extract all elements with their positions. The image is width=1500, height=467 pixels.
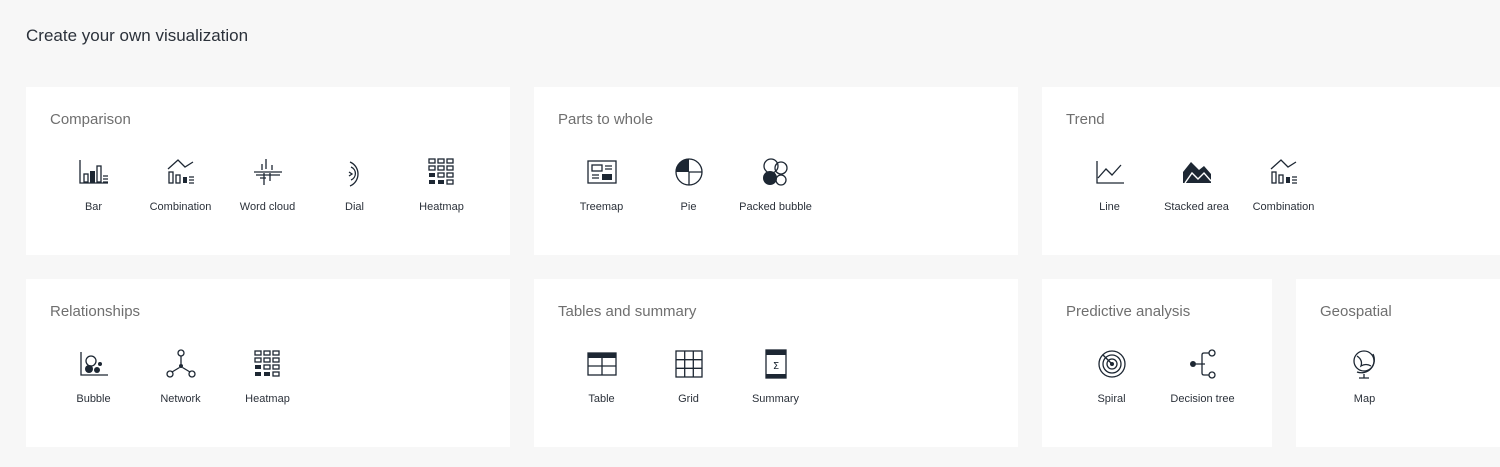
tile-spiral[interactable]: Spiral [1068,344,1155,414]
panel-title: Parts to whole [558,111,654,128]
tile-label: Combination [1252,201,1315,213]
tile-treemap[interactable]: Treemap [558,152,645,222]
panel-geospatial: Geospatial Map [1296,279,1500,447]
tile-decision-tree[interactable]: Decision tree [1159,344,1246,414]
panel-tables-and-summary: Tables and summary Table Grid Σ Summary [534,279,1018,447]
bubble-chart-icon [79,352,108,376]
page-title: Create your own visualization [26,26,249,45]
tile-pie[interactable]: Pie [645,152,732,222]
tile-label: Heatmap [419,201,464,213]
tile-label: Heatmap [245,393,290,405]
pie-chart-icon [674,158,703,186]
tile-label: Decision tree [1170,393,1235,405]
tile-word-cloud[interactable]: Word cloud [224,152,311,222]
word-cloud-icon [253,159,282,185]
panel-title: Tables and summary [558,303,697,320]
decision-tree-icon [1189,349,1216,379]
panel-title: Predictive analysis [1066,303,1191,320]
tile-grid[interactable]: Grid [645,344,732,414]
panel-predictive-analysis: Predictive analysis Spiral Decision tree [1042,279,1272,447]
tile-map[interactable]: Map [1321,344,1408,414]
tile-stacked-area[interactable]: Stacked area [1153,152,1240,222]
tile-bar[interactable]: Bar [50,152,137,222]
panel-title: Relationships [50,303,141,320]
stacked-area-icon [1182,162,1212,184]
tile-label: Summary [751,393,800,405]
tile-label: Map [1353,393,1376,405]
panel-trend: Trend Line Stacked area Combination [1042,87,1500,255]
line-chart-icon [1095,161,1124,184]
tile-label: Packed bubble [739,201,812,213]
panel-title: Geospatial [1320,303,1392,320]
table-icon [586,352,617,376]
heatmap-icon [427,158,454,185]
spiral-icon [1097,350,1126,378]
panel-parts-to-whole: Parts to whole Treemap Pie Packed bubble [534,87,1018,255]
treemap-icon [586,160,617,184]
packed-bubble-icon [762,158,788,186]
tile-table[interactable]: Table [558,344,645,414]
combination-chart-icon [1270,159,1297,184]
svg-text:Σ: Σ [772,361,778,372]
bar-chart-icon [78,160,108,184]
tile-dial[interactable]: Dial [311,152,398,222]
tile-heatmap[interactable]: Heatmap [398,152,485,222]
heatmap-icon [253,350,280,377]
panel-title: Trend [1066,111,1105,128]
globe-icon [1352,350,1375,379]
network-icon [165,349,196,378]
tile-line[interactable]: Line [1066,152,1153,222]
tile-combination[interactable]: Combination [1240,152,1327,222]
panel-comparison: Comparison Bar Combination Word cloud Di… [26,87,510,255]
tile-summary[interactable]: Σ Summary [732,344,819,414]
panel-title: Comparison [50,111,131,128]
tile-network[interactable]: Network [137,344,224,414]
tile-combination[interactable]: Combination [137,152,224,222]
panel-relationships: Relationships Bubble Network Heatmap [26,279,510,447]
tile-heatmap[interactable]: Heatmap [224,344,311,414]
dial-icon [348,161,359,187]
grid-icon [674,350,703,378]
summary-icon: Σ [764,349,787,379]
combination-chart-icon [167,159,194,184]
tile-packed-bubble[interactable]: Packed bubble [732,152,819,222]
tile-bubble[interactable]: Bubble [50,344,137,414]
